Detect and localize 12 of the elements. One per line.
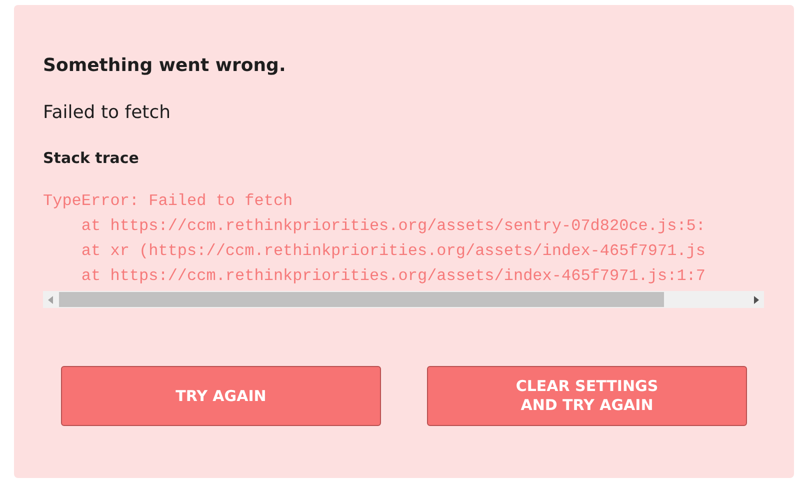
scroll-right-icon[interactable] [754,296,759,304]
stack-trace-heading: Stack trace [43,149,140,167]
stack-trace-line: at https://ccm.rethinkpriorities.org/assets/index-465f7971.js:1:7 [80,266,707,287]
stack-trace-line: at xr (https://ccm.rethinkpriorities.org/assets/index-465f7971.js [80,241,707,262]
action-button[interactable]: CLEAR SETTINGS AND TRY AGAIN [427,366,747,426]
stack-trace-line: at https://ccm.rethinkpriorities.org/assets/sentry-07d820ce.js:5: [80,216,707,237]
horizontal-scrollbar[interactable] [43,291,764,308]
action-button[interactable]: TRY AGAIN [61,366,381,426]
stack-trace-line: TypeError: Failed to fetch [43,191,294,212]
error-message: Failed to fetch [43,102,172,123]
error-title: Something went wrong. [43,55,287,76]
scroll-left-icon[interactable] [48,296,53,304]
